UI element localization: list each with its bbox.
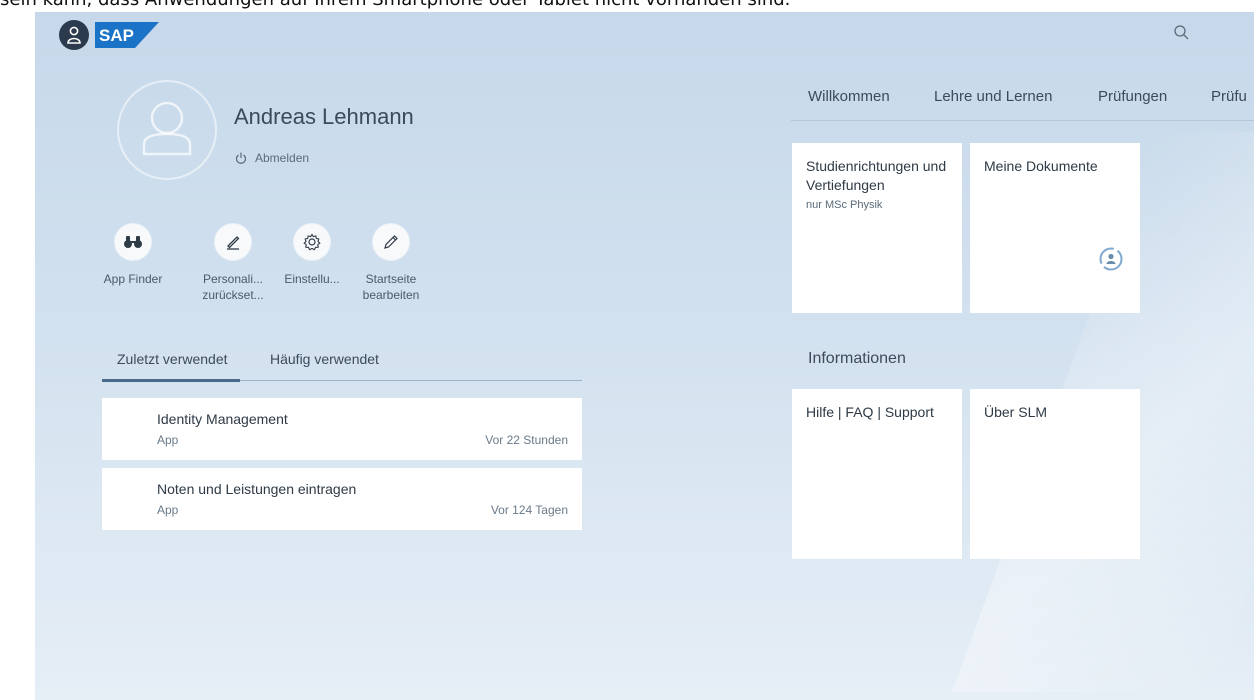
tab-frequent[interactable]: Häufig verwendet (270, 351, 379, 367)
anchor-divider (791, 120, 1254, 121)
tile-title: Studienrichtungen und Vertiefungen (806, 158, 947, 193)
action-label: App Finder (103, 272, 163, 286)
tile-title: Über SLM (984, 404, 1048, 420)
item-time: Vor 22 Stunden (485, 433, 568, 447)
search-icon[interactable] (1173, 24, 1191, 42)
list-item[interactable]: Identity Management App Vor 22 Stunden (102, 398, 582, 460)
user-icon (67, 26, 81, 44)
item-type: App (157, 503, 179, 517)
document-user-icon (1099, 247, 1123, 271)
power-icon (235, 152, 247, 164)
launchpad-background: SAP Andreas Lehmann Abmelden App Finder … (35, 12, 1254, 700)
gear-icon (303, 233, 321, 251)
tile-meine-dokumente[interactable]: Meine Dokumente (970, 143, 1140, 313)
item-type: App (157, 433, 179, 447)
user-icon (142, 101, 192, 156)
group-title-informationen: Informationen (808, 350, 906, 367)
tile-ueber-slm[interactable]: Über SLM (970, 389, 1140, 559)
pen-icon (227, 236, 240, 250)
user-name: Andreas Lehmann (234, 104, 414, 129)
user-menu-button[interactable] (59, 20, 89, 50)
edit-home-button[interactable]: Startseite bearbeiten (351, 224, 431, 303)
action-label: Einstellu... (284, 272, 340, 286)
action-label: Startseite bearbeiten (351, 271, 431, 303)
logout-label: Abmelden (255, 151, 310, 165)
tile-title: Meine Dokumente (984, 158, 1098, 174)
anchor-willkommen[interactable]: Willkommen (808, 88, 890, 105)
tab-recent[interactable]: Zuletzt verwendet (117, 351, 228, 367)
anchor-lehre-und-lernen[interactable]: Lehre und Lernen (934, 88, 1052, 105)
action-label-text: Personali... zurückset... (202, 272, 264, 302)
settings-button[interactable]: Einstellu... (272, 224, 352, 287)
item-time: Vor 124 Tagen (490, 503, 568, 517)
action-label-text: Startseite bearbeiten (362, 272, 420, 302)
list-item[interactable]: Noten und Leistungen eintragen App Vor 1… (102, 468, 582, 530)
tile-subtitle: nur MSc Physik (806, 199, 883, 211)
reset-personalization-button[interactable]: Personali... zurückset... (193, 224, 273, 303)
anchor-pruefungen[interactable]: Prüfungen (1098, 88, 1167, 105)
app-finder-button[interactable]: App Finder (93, 224, 173, 287)
logout-button[interactable]: Abmelden (235, 151, 309, 165)
tile-title: Hilfe | FAQ | Support (806, 404, 934, 420)
action-label: Personali... zurückset... (193, 271, 273, 303)
tile-studienrichtungen[interactable]: Studienrichtungen und Vertiefungen nur M… (792, 143, 962, 313)
pencil-icon (384, 235, 398, 249)
sap-logo[interactable]: SAP (95, 22, 159, 48)
item-title: Noten und Leistungen eintragen (157, 481, 357, 497)
tab-active-indicator (102, 379, 240, 382)
tile-hilfe-faq-support[interactable]: Hilfe | FAQ | Support (792, 389, 962, 559)
item-title: Identity Management (157, 411, 288, 427)
profile-picture (117, 80, 217, 180)
anchor-pruefungen-2[interactable]: Prüfu (1211, 88, 1247, 105)
svg-text:SAP: SAP (99, 26, 134, 45)
binoculars-icon (124, 236, 142, 248)
